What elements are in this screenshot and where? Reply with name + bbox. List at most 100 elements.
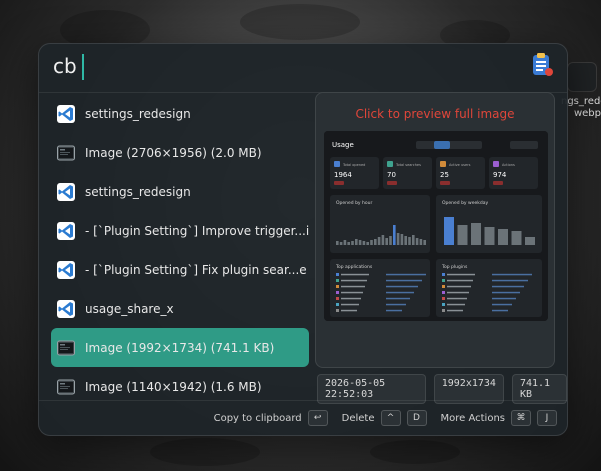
- thumb-stat-icon: [440, 161, 446, 167]
- thumb-bar: [419, 239, 423, 245]
- dashboard-screenshot: Usage Total opened 1964 Total searches 70 Ac…: [324, 131, 548, 321]
- result-item[interactable]: - [`Plugin Setting`] Fix plugin sear...e…: [51, 250, 309, 289]
- thumb-stat-icon: [387, 161, 393, 167]
- thumb-row-text: [341, 273, 369, 276]
- launcher-panel: cb settings_redesign Image (2706×1956) (2…: [38, 43, 568, 436]
- thumb-bar: [396, 233, 400, 245]
- moon-crater: [150, 438, 260, 466]
- result-item[interactable]: Image (1992×1734) (741.1 KB): [51, 328, 309, 367]
- thumb-row-icon: [336, 297, 339, 300]
- thumb-panel-right: Opened by weekday: [442, 200, 488, 206]
- thumb-bar: [343, 240, 347, 245]
- thumb-panel-left: Opened by hour: [336, 200, 372, 206]
- clipboard-plugin-icon[interactable]: [531, 52, 553, 78]
- result-label: Image (2706×1956) (2.0 MB): [85, 145, 262, 160]
- result-item[interactable]: Image (2706×1956) (2.0 MB): [51, 133, 309, 172]
- preview-hint[interactable]: Click to preview full image: [316, 107, 554, 121]
- thumb-row-text: [341, 297, 361, 300]
- thumb-row-bar: [386, 279, 422, 282]
- thumb-bar: [336, 241, 339, 245]
- thumb-stat-icon: [493, 161, 499, 167]
- thumb-row-text: [447, 279, 473, 282]
- thumb-bar: [370, 240, 373, 245]
- image-icon: [57, 339, 75, 357]
- thumb-stat-label: Actions: [502, 163, 515, 167]
- thumb-row-icon: [442, 273, 445, 276]
- desktop-file-icon[interactable]: [567, 62, 597, 92]
- delete-action[interactable]: Delete: [342, 413, 375, 424]
- thumb-bar: [347, 242, 350, 245]
- preview-image[interactable]: Usage Total opened 1964 Total searches 70 Ac…: [324, 131, 548, 321]
- search-input[interactable]: cb: [53, 54, 77, 78]
- thumb-bar: [412, 235, 415, 245]
- thumb-bar: [498, 229, 508, 245]
- command-key-icon: ⌘: [511, 410, 531, 426]
- thumb-row-text: [447, 309, 463, 312]
- thumb-row-icon: [442, 291, 445, 294]
- result-label: Image (1992×1734) (741.1 KB): [85, 340, 275, 355]
- preview-pane[interactable]: Click to preview full image Usage Total …: [315, 92, 555, 368]
- vscode-icon: [57, 260, 75, 279]
- thumb-bar: [355, 239, 358, 245]
- thumb-row-bar: [386, 291, 414, 294]
- thumb-row-text: [341, 309, 357, 312]
- result-item[interactable]: settings_redesign: [51, 94, 309, 133]
- thumb-bar: [404, 236, 407, 245]
- thumb-bar: [484, 227, 495, 245]
- result-label: - [`Plugin Setting`] Fix plugin sear...e…: [85, 262, 309, 277]
- search-bar: cb: [39, 44, 567, 93]
- thumb-bar: [339, 242, 343, 245]
- thumb-row-text: [341, 303, 359, 306]
- thumb-bar: [381, 235, 385, 245]
- thumb-stat-badge: [440, 181, 450, 185]
- thumb-row-icon: [336, 303, 339, 306]
- thumb-stat-icon: [334, 161, 340, 167]
- thumb-row-icon: [336, 279, 339, 282]
- thumb-bar: [400, 234, 404, 245]
- d-key: D: [406, 410, 427, 426]
- result-label: settings_redesign: [85, 184, 191, 199]
- more-actions-button[interactable]: More Actions: [441, 413, 506, 424]
- thumb-row-bar: [492, 309, 508, 312]
- vscode-icon: [57, 299, 75, 318]
- thumb-row-text: [447, 273, 475, 276]
- action-bar: Copy to clipboard ↩ Delete ^ D More Acti…: [39, 400, 567, 435]
- thumb-row-text: [447, 297, 467, 300]
- thumb-bar: [385, 238, 388, 245]
- thumb-bar: [377, 237, 381, 245]
- thumb-row-bar: [492, 291, 520, 294]
- result-label: settings_redesign: [85, 106, 191, 121]
- thumb-row-icon: [442, 309, 445, 312]
- thumb-bar: [366, 242, 369, 245]
- thumb-row-bar: [492, 285, 524, 288]
- result-label: usage_share_x: [85, 301, 174, 316]
- moon-crater: [370, 440, 460, 464]
- thumb-bar: [393, 225, 396, 245]
- thumb-row-bar: [386, 285, 418, 288]
- thumb-row-icon: [442, 297, 445, 300]
- thumb-row-bar: [386, 297, 410, 300]
- thumb-row-text: [447, 303, 465, 306]
- vscode-icon: [57, 182, 75, 201]
- copy-to-clipboard-action[interactable]: Copy to clipboard: [214, 413, 302, 424]
- thumb-bar: [457, 225, 468, 245]
- thumb-stat-label: Total opened: [342, 163, 365, 167]
- result-item[interactable]: usage_share_x: [51, 289, 309, 328]
- thumb-bar: [444, 217, 454, 245]
- result-item[interactable]: - [`Plugin Setting`] Improve trigger...i…: [51, 211, 309, 250]
- thumb-bar: [362, 241, 366, 245]
- thumb-row-bar: [492, 273, 532, 276]
- thumb-row-icon: [336, 273, 339, 276]
- return-key-icon: ↩: [307, 410, 328, 426]
- thumb-stat-value: 1964: [334, 171, 352, 179]
- thumb-row-bar: [386, 273, 426, 276]
- thumb-row-icon: [442, 279, 445, 282]
- thumb-stat-value: 974: [493, 171, 507, 179]
- thumb-row-icon: [442, 285, 445, 288]
- thumb-row-text: [341, 291, 363, 294]
- thumb-row-text: [447, 291, 469, 294]
- thumb-row-icon: [442, 303, 445, 306]
- result-item[interactable]: settings_redesign: [51, 172, 309, 211]
- thumb-row-bar: [492, 303, 512, 306]
- image-icon: [57, 144, 75, 162]
